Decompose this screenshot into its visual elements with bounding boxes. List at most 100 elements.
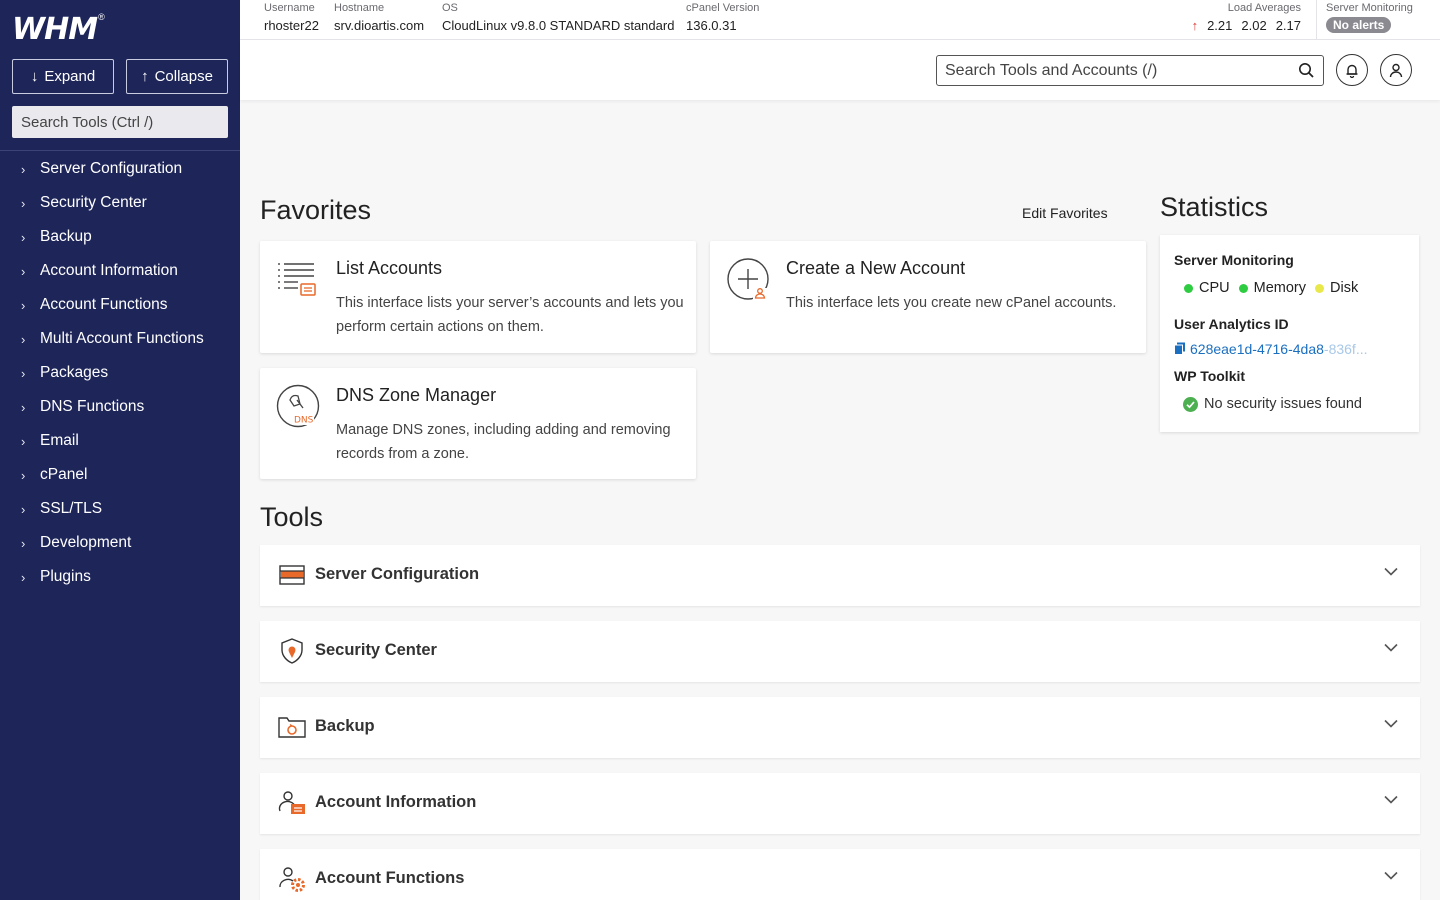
chevron-right-icon: › [21,535,26,551]
create-account-icon [727,258,769,300]
tool-section-account-information[interactable]: Account Information [260,773,1420,834]
favorite-card-dns-zone-manager[interactable]: DNS DNS Zone Manager Manage DNS zones, i… [260,368,696,479]
sidebar-item-account-functions[interactable]: › Account Functions [0,288,240,322]
shield-icon [281,638,303,664]
sidebar-item-packages[interactable]: › Packages [0,356,240,390]
sidebar-item-server-configuration[interactable]: › Server Configuration [0,152,240,186]
tool-section-label: Backup [315,717,375,735]
sidebar-item-label: DNS Functions [40,398,145,415]
memory-label: Memory [1253,280,1306,296]
card-title: Create a New Account [786,258,966,278]
account-info-icon [278,791,305,814]
memory-status-dot [1238,283,1248,293]
sidebar-item-label: Packages [40,364,109,381]
chevron-right-icon: › [21,467,26,483]
card-description: This interface lists your server’s accou… [336,295,684,335]
user-analytics-title: User Analytics ID [1174,316,1289,332]
sidebar-item-plugins[interactable]: › Plugins [0,560,240,594]
cpu-status-dot [1184,283,1193,293]
arrow-up-icon: ↑ [141,68,149,85]
sidebar-item-security-center[interactable]: › Security Center [0,186,240,220]
search-icon[interactable] [1298,62,1315,79]
expand-button[interactable]: ↓ Expand [12,59,114,94]
sidebar-search-placeholder: Search Tools (Ctrl /) [21,113,154,131]
tool-section-backup[interactable]: Backup [260,697,1420,758]
collapse-button[interactable]: ↑ Collapse [126,59,228,94]
sidebar-item-ssl-tls[interactable]: › SSL/TLS [0,492,240,526]
sidebar-nav: › Server Configuration › Security Center ›… [0,152,240,594]
dns-icon: DNS [276,384,320,428]
edit-favorites-link[interactable]: Edit Favorites [1022,205,1108,221]
tool-section-label: Account Functions [315,869,465,887]
sidebar-search-input[interactable]: Search Tools (Ctrl /) [12,106,228,138]
server-info-header: Username rhoster22 Hostname srv.dioartis… [240,0,1440,40]
sidebar: WHM® ↓ Expand ↑ Collapse Search Tools (C… [0,0,240,900]
tool-section-server-configuration[interactable]: Server Configuration [260,545,1420,606]
chevron-right-icon: › [21,569,26,585]
wp-toolkit-title: WP Toolkit [1174,368,1246,384]
card-description: This interface lets you create new cPane… [786,295,1117,311]
tools-heading: Tools [260,502,324,532]
list-accounts-icon [278,263,316,296]
load-5min: 2.02 [1241,18,1267,33]
user-icon [1389,63,1403,77]
user-analytics-id[interactable]: 628eae1d-4716-4da8-836f... [1174,341,1368,357]
disk-status-dot [1315,283,1324,293]
chevron-right-icon: › [21,297,26,313]
chevron-down-icon[interactable] [1384,567,1398,576]
sidebar-item-dns-functions[interactable]: › DNS Functions [0,390,240,424]
username-label: Username [264,2,315,14]
user-menu-button[interactable] [1380,54,1412,86]
chevron-right-icon: › [21,433,26,449]
chevron-right-icon: › [21,501,26,517]
no-alerts-badge[interactable]: No alerts [1326,17,1392,33]
server-monitoring-label: Server Monitoring [1326,2,1413,14]
tool-section-account-functions[interactable]: Account Functions [260,849,1420,900]
disk-label: Disk [1330,280,1359,296]
username-info: Username rhoster22 [264,2,319,33]
tool-section-label: Security Center [315,641,437,659]
server-monitoring-info: Server Monitoring No alerts [1326,2,1413,34]
tools-accounts-search-input[interactable]: Search Tools and Accounts (/) [936,55,1324,86]
sidebar-item-email[interactable]: › Email [0,424,240,458]
chevron-down-icon[interactable] [1384,643,1398,652]
sidebar-item-label: cPanel [40,466,88,483]
sidebar-item-development[interactable]: › Development [0,526,240,560]
monitoring-indicators: CPU Memory Disk [1184,280,1367,296]
sidebar-item-label: Development [40,534,132,551]
card-description: Manage DNS zones, including adding and r… [336,422,671,462]
check-circle-icon [1183,396,1198,412]
sidebar-item-cpanel[interactable]: › cPanel [0,458,240,492]
sidebar-item-label: Account Functions [40,296,168,313]
os-info: OS CloudLinux v9.8.0 STANDARD standard [442,2,674,33]
cpu-label: CPU [1199,280,1230,296]
chevron-right-icon: › [21,331,26,347]
analytics-id-value: 628eae1d-4716-4da8 [1190,341,1324,357]
arrow-down-icon: ↓ [30,68,39,85]
tool-section-security-center[interactable]: Security Center [260,621,1420,682]
chevron-down-icon[interactable] [1384,795,1398,804]
sidebar-item-label: Email [40,432,79,449]
favorite-card-create-account[interactable]: Create a New Account This interface lets… [710,241,1146,353]
chevron-down-icon[interactable] [1384,871,1398,880]
chevron-right-icon: › [21,229,26,245]
cpanel-version-info: cPanel Version 136.0.31 [686,2,759,33]
whm-logo[interactable]: WHM® [12,12,105,47]
notifications-button[interactable] [1336,54,1368,86]
favorite-card-list-accounts[interactable]: List Accounts This interface lists your … [260,241,696,353]
cpanel-version-value: 136.0.31 [686,18,737,33]
sidebar-item-backup[interactable]: › Backup [0,220,240,254]
sidebar-item-label: Plugins [40,568,91,585]
chevron-right-icon: › [21,365,26,381]
sidebar-item-label: Security Center [40,194,147,211]
wp-toolkit-status: No security issues found [1183,396,1362,412]
collapse-label: Collapse [154,68,213,85]
sidebar-item-account-information[interactable]: › Account Information [0,254,240,288]
logo-text: WHM [12,12,98,47]
sidebar-item-multi-account-functions[interactable]: › Multi Account Functions [0,322,240,356]
chevron-down-icon[interactable] [1384,719,1398,728]
sidebar-item-label: SSL/TLS [40,500,103,517]
favorites-heading: Favorites [260,195,372,225]
copy-icon[interactable] [1174,342,1186,355]
account-functions-icon [279,867,305,892]
